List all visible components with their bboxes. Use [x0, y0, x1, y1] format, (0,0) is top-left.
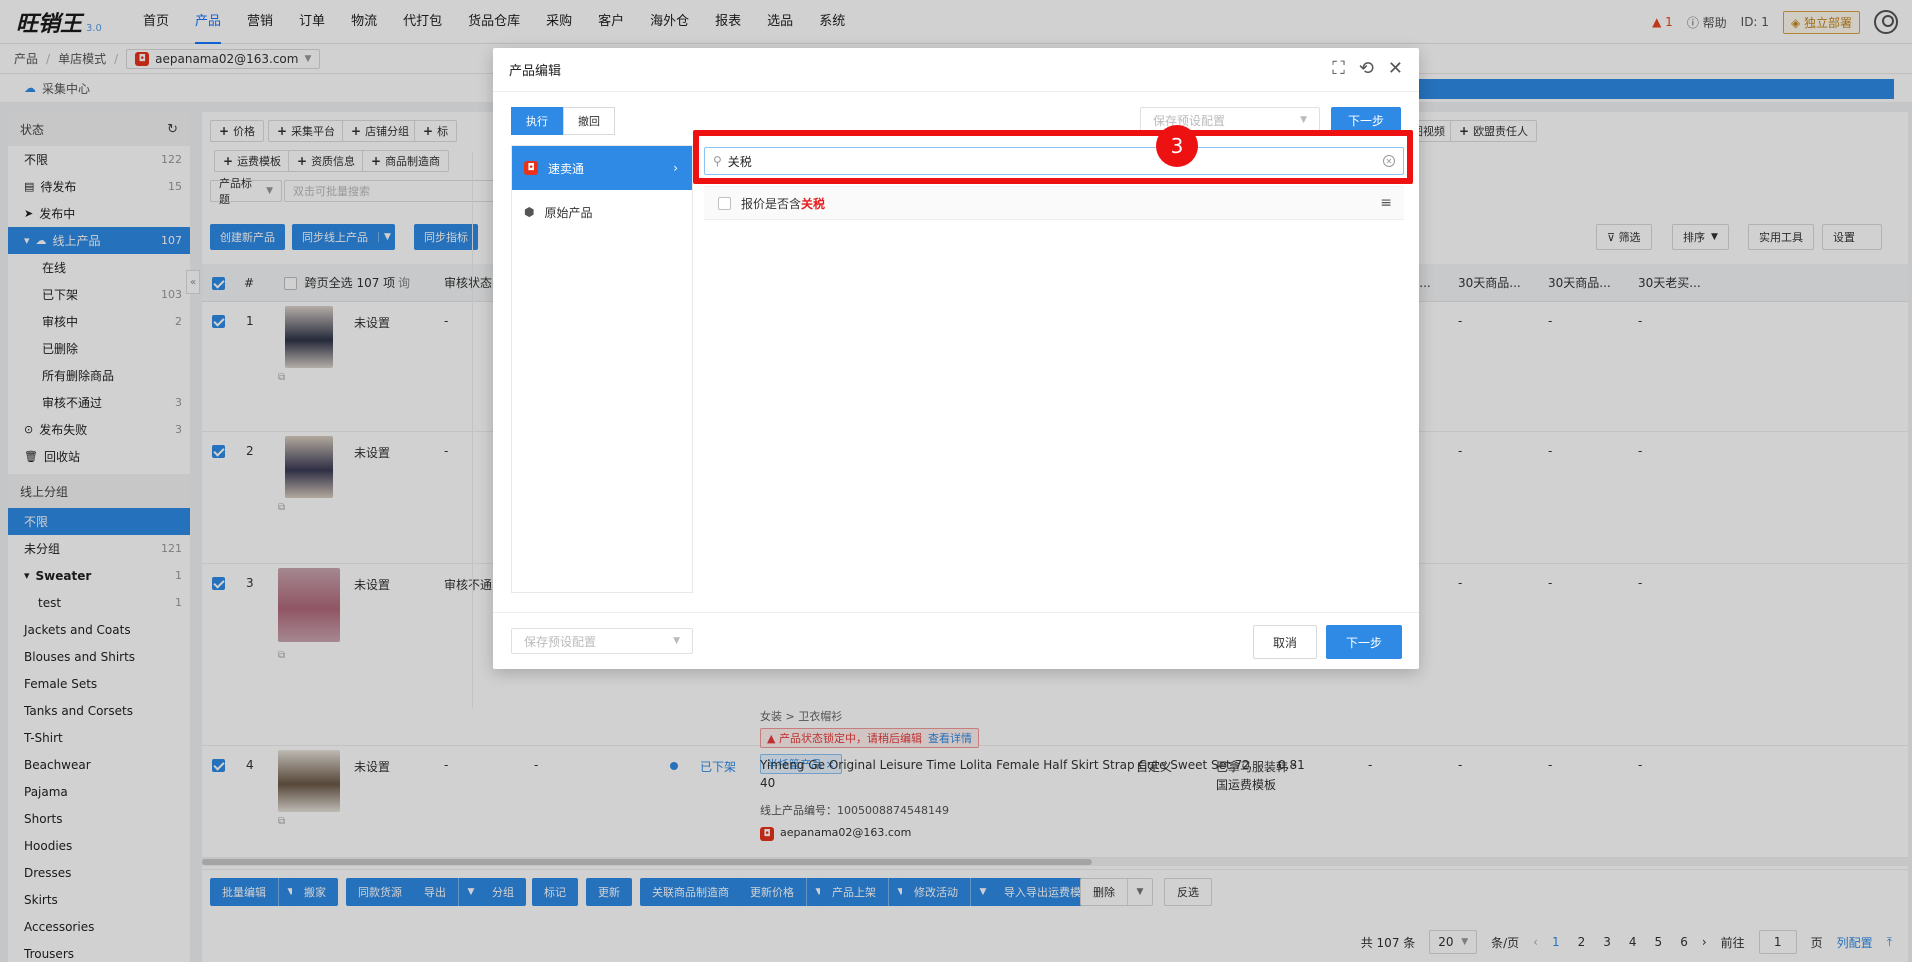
- tab-execute[interactable]: 执行: [511, 107, 563, 135]
- modal-footer: 保存预设配置 ▼ 取消 下一步: [493, 612, 1419, 669]
- aliexpress-icon: ◘: [524, 161, 538, 175]
- highlight-box: [693, 130, 1413, 184]
- drag-handle-icon[interactable]: ≡: [1380, 195, 1392, 211]
- next-step-button[interactable]: 下一步: [1326, 625, 1402, 659]
- field-label-highlight: 关税: [801, 196, 826, 211]
- refresh-icon[interactable]: ⟲: [1359, 58, 1374, 79]
- chevron-down-icon: ▼: [1300, 115, 1307, 125]
- close-icon[interactable]: ✕: [1388, 58, 1403, 79]
- product-edit-modal: 产品编辑 ⛶ ⟲ ✕ 执行 撤回 保存预设配置 ▼ 下一步 ◘ 速卖通 › ⬢ 原…: [493, 48, 1419, 669]
- step-badge: 3: [1156, 125, 1198, 167]
- modal-window-controls: ⛶ ⟲ ✕: [1332, 58, 1403, 79]
- preset-top-placeholder: 保存预设配置: [1153, 113, 1226, 128]
- modal-mode-tabs: 执行 撤回: [511, 107, 615, 135]
- preset-bottom-placeholder: 保存预设配置: [524, 634, 597, 649]
- cancel-button[interactable]: 取消: [1253, 625, 1317, 659]
- platform-original-label: 原始产品: [544, 205, 593, 220]
- field-option-row[interactable]: 报价是否含关税 ≡: [704, 186, 1404, 220]
- modal-header: 产品编辑: [493, 48, 1419, 92]
- field-label-prefix: 报价是否含: [741, 196, 802, 211]
- chevron-right-icon: ›: [673, 161, 678, 175]
- cube-icon: ⬢: [524, 205, 535, 219]
- fullscreen-icon[interactable]: ⛶: [1332, 58, 1345, 79]
- modal-title: 产品编辑: [509, 64, 562, 79]
- field-checkbox[interactable]: [718, 196, 731, 210]
- tab-undo[interactable]: 撤回: [563, 107, 615, 135]
- platform-list: ◘ 速卖通 › ⬢ 原始产品: [511, 145, 693, 593]
- platform-aliexpress[interactable]: ◘ 速卖通 ›: [512, 146, 692, 190]
- preset-select-bottom[interactable]: 保存预设配置 ▼: [511, 628, 693, 654]
- platform-original[interactable]: ⬢ 原始产品: [512, 190, 692, 234]
- platform-aliexpress-label: 速卖通: [548, 161, 585, 176]
- chevron-down-icon: ▼: [673, 636, 680, 646]
- field-label: 报价是否含关税: [741, 195, 825, 212]
